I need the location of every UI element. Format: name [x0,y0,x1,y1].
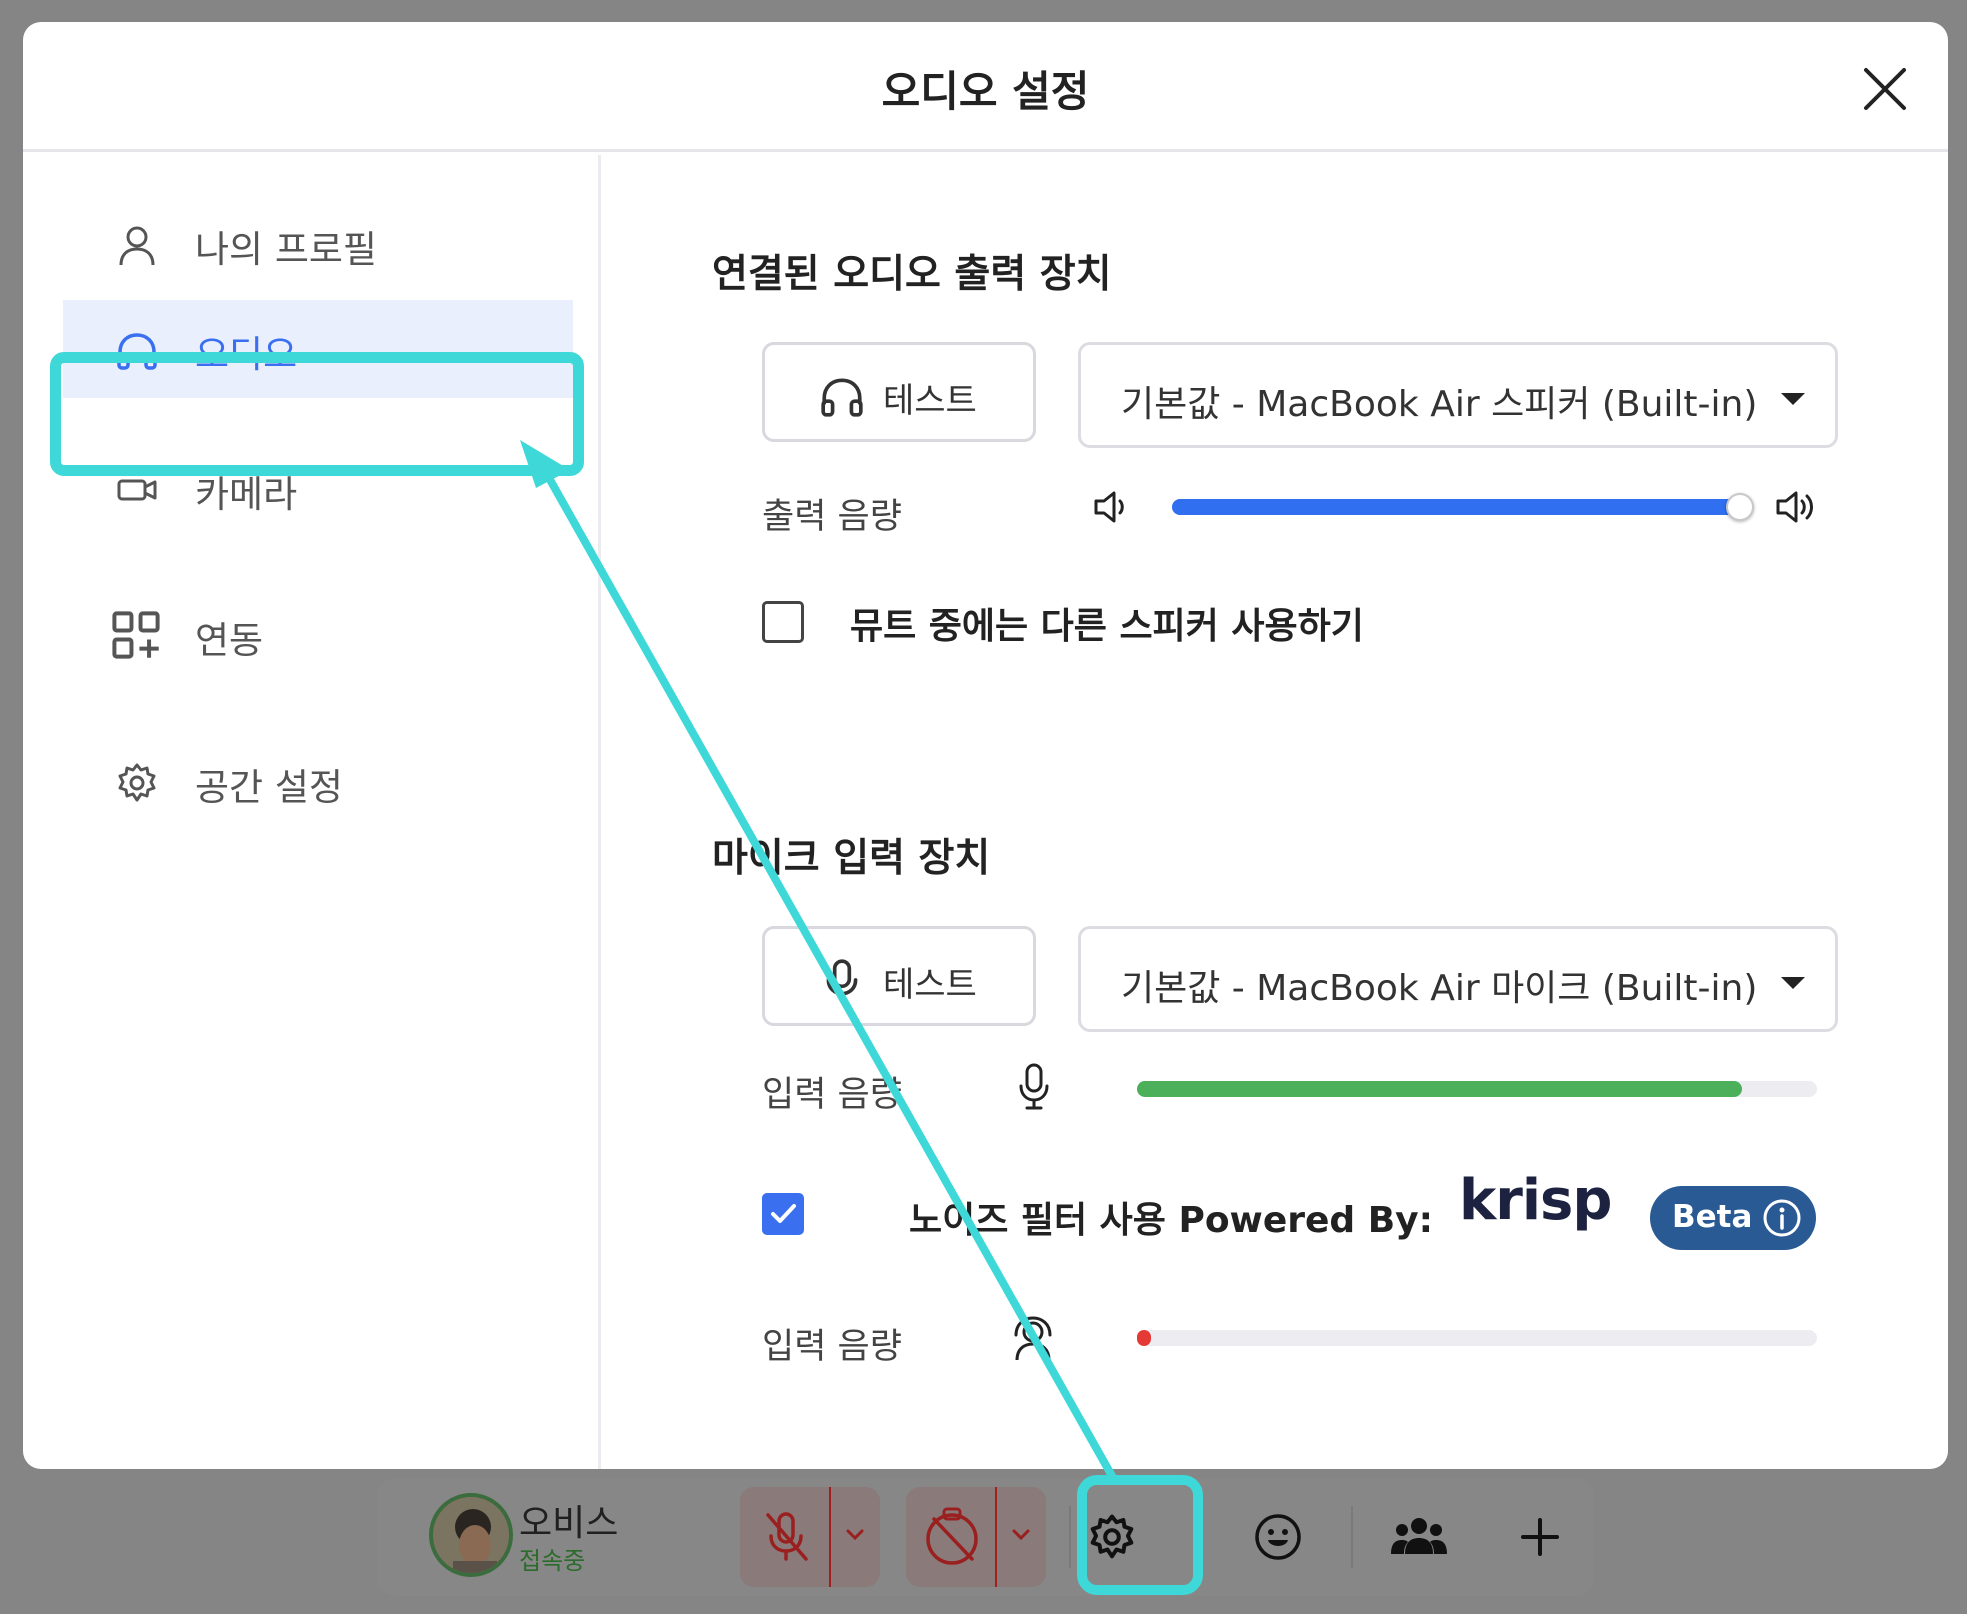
output-volume-slider[interactable] [1172,493,1755,521]
chevron-down-icon [1781,393,1805,405]
krisp-logo: krisp [1459,1168,1612,1233]
sidebar-item-label: 나의 프로필 [195,228,377,271]
user-status: 접속중 [519,1547,586,1575]
mute-speaker-label: 뮤트 중에는 다른 스피커 사용하기 [850,606,1364,647]
mic-select[interactable]: 기본값 - MacBook Air 마이크 (Built-in) [1078,926,1838,1032]
integration-icon [112,611,160,659]
input-volume-fill [1137,1081,1743,1097]
sidebar-item-label: 공간 설정 [195,766,343,809]
headphones-icon [117,333,157,370]
mic-test-button[interactable]: 테스트 [762,926,1036,1026]
toolbar-separator [1351,1506,1353,1568]
mute-speaker-checkbox[interactable] [762,601,804,643]
mic-muted-icon[interactable] [760,1509,812,1565]
output-section-title: 연결된 오디오 출력 장치 [712,252,1112,297]
test-button-label: 테스트 [883,965,977,1005]
bottom-toolbar: 오비스 접속중 [377,1478,1594,1596]
chevron-down-icon[interactable] [844,1527,866,1543]
audio-settings-modal: 오디오 설정 나의 프로필 오디오 카메라 연동 공간 설정 연결된 오디오 출… [23,22,1948,1469]
sidebar-item-camera[interactable]: 카메라 [63,440,573,538]
emoji-icon[interactable] [1253,1512,1303,1562]
sidebar-item-audio[interactable]: 오디오 [63,300,573,398]
speaker-select-value: 기본값 - MacBook Air 스피커 (Built-in) [1121,384,1758,425]
chevron-down-icon[interactable] [1010,1527,1032,1543]
input-volume-label: 입력 음량 [762,1075,902,1115]
noise-filter-checkbox[interactable] [762,1193,804,1235]
beta-badge[interactable]: Beta [1650,1186,1816,1250]
gear-icon [118,763,156,802]
volume-low-icon [1094,491,1124,523]
output-volume-label: 출력 음량 [762,497,902,537]
speaker-select[interactable]: 기본값 - MacBook Air 스피커 (Built-in) [1078,342,1838,448]
beta-label: Beta [1672,1199,1753,1235]
filtered-volume-label: 입력 음량 [762,1327,902,1367]
camera-icon [117,479,157,501]
input-section-title: 마이크 입력 장치 [712,836,991,881]
participants-icon[interactable] [1389,1514,1449,1558]
avatar-illustration [433,1497,509,1573]
noise-filter-label: 노이즈 필터 사용 Powered By: [909,1200,1434,1241]
settings-sidebar: 나의 프로필 오디오 카메라 연동 공간 설정 [23,155,601,1469]
input-volume-meter [1137,1081,1817,1097]
microphone-icon [1019,1063,1049,1110]
filtered-volume-meter [1137,1330,1817,1346]
check-icon [771,1204,796,1223]
sidebar-item-integration[interactable]: 연동 [63,586,573,684]
chevron-down-icon [1781,977,1805,989]
test-button-label: 테스트 [883,381,977,421]
mic-select-value: 기본값 - MacBook Air 마이크 (Built-in) [1121,968,1758,1009]
user-icon [119,226,155,266]
info-icon [1763,1199,1801,1237]
sidebar-item-label: 카메라 [195,473,298,516]
toolbar-divider [995,1487,997,1587]
close-icon[interactable] [1858,62,1912,116]
user-name: 오비스 [519,1503,619,1544]
sidebar-item-profile[interactable]: 나의 프로필 [63,195,573,293]
modal-title: 오디오 설정 [881,67,1090,116]
camera-off-icon[interactable] [922,1505,982,1567]
volume-high-icon [1776,491,1813,523]
add-icon[interactable] [1519,1516,1561,1558]
headphones-icon [821,378,863,417]
sidebar-item-label: 오디오 [195,333,298,376]
settings-gear-icon[interactable] [1087,1512,1137,1562]
audio-settings-content: 연결된 오디오 출력 장치 테스트 기본값 - MacBook Air 스피커 … [604,155,1948,1469]
output-volume-thumb[interactable] [1726,493,1755,521]
mic-toggle-group [740,1487,880,1587]
avatar[interactable] [429,1493,513,1577]
modal-header: 오디오 설정 [23,22,1948,152]
sidebar-item-label: 연동 [195,619,264,662]
noise-filter-user-icon [1014,1316,1052,1361]
sidebar-item-space-settings[interactable]: 공간 설정 [63,733,573,831]
toolbar-separator [1069,1506,1071,1568]
camera-toggle-group [906,1487,1046,1587]
microphone-icon [826,959,858,1003]
output-volume-fill [1172,499,1741,515]
speaker-test-button[interactable]: 테스트 [762,342,1036,442]
toolbar-divider [829,1487,831,1587]
filtered-volume-fill [1137,1330,1151,1346]
